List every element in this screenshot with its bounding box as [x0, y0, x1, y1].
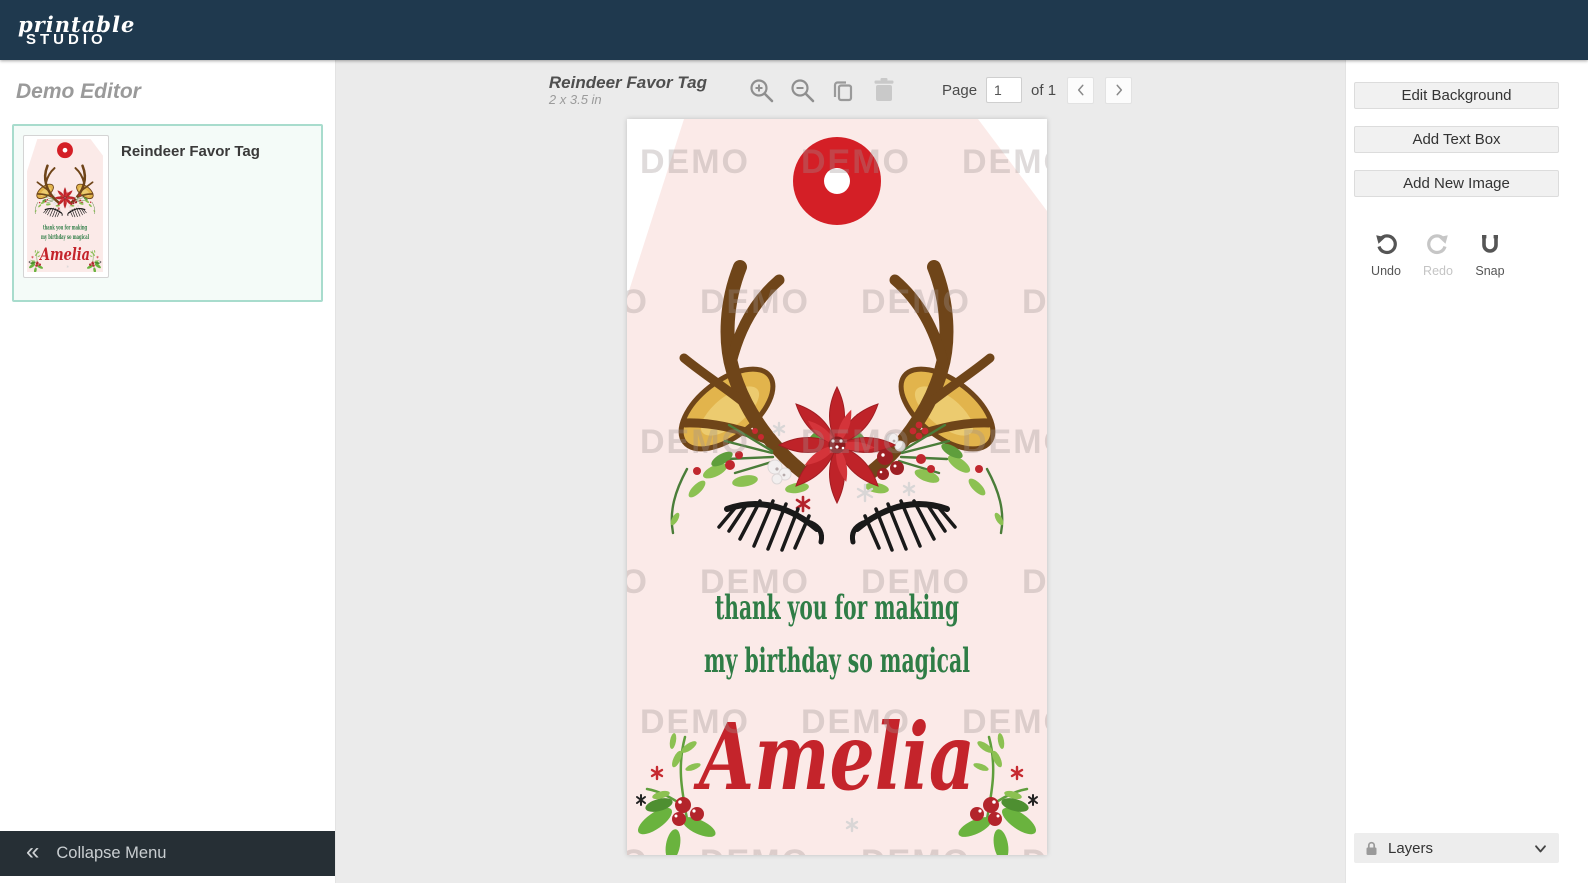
page-thumbnail-card[interactable]: Reindeer Favor Tag [12, 124, 323, 302]
zoom-out-icon [790, 78, 814, 102]
design-canvas[interactable]: DEMODEMODEMODEMODEMODEMODEMODEMODEMODEMO… [627, 119, 1047, 855]
top-header-bar: printable STUDIO [0, 0, 1588, 60]
redo-button[interactable]: Redo [1416, 233, 1460, 278]
page-total-label: of 1 [1031, 81, 1057, 99]
snap-magnet-icon [1482, 235, 1498, 253]
collapse-menu-button[interactable]: « Collapse Menu [0, 831, 335, 876]
previous-page-button[interactable] [1067, 76, 1095, 104]
editor-title: Demo Editor [16, 80, 141, 103]
editor-canvas-area: Reindeer Favor Tag 2 x 3.5 in Page 1 of … [336, 60, 1345, 883]
redo-icon [1427, 234, 1448, 255]
undo-label: Undo [1371, 264, 1401, 278]
page-thumbnail-label: Reindeer Favor Tag [121, 143, 260, 160]
undo-button[interactable]: Undo [1364, 233, 1408, 278]
document-title: Reindeer Favor Tag [548, 72, 707, 92]
tag-artwork-thumbnail [27, 139, 103, 272]
zoom-in-button[interactable] [747, 76, 775, 104]
page-thumbnail-image [23, 135, 109, 278]
document-size: 2 x 3.5 in [548, 92, 602, 108]
tools-panel: Edit Background Add Text Box Add New Ima… [1345, 60, 1588, 883]
app-window: printable STUDIO Demo Editor Reindeer Fa… [0, 0, 1588, 883]
duplicate-icon [833, 81, 853, 102]
snap-label: Snap [1475, 264, 1505, 278]
collapse-menu-label: Collapse Menu [56, 844, 167, 862]
edit-background-button[interactable]: Edit Background [1354, 82, 1559, 109]
undo-icon [1376, 234, 1397, 255]
printable-studio-logo[interactable]: printable STUDIO [18, 14, 135, 47]
page-number-input[interactable] [986, 77, 1023, 103]
add-new-image-button[interactable]: Add New Image [1354, 170, 1559, 197]
next-page-button[interactable] [1105, 76, 1133, 104]
duplicate-page-button[interactable] [829, 76, 857, 104]
snap-button[interactable]: Snap [1468, 233, 1512, 278]
canvas-toolbar: Reindeer Favor Tag 2 x 3.5 in Page 1 of … [336, 60, 1345, 120]
lock-icon [1366, 841, 1377, 855]
collapse-chevrons-icon: « [26, 838, 40, 865]
page-navigation: Page of 1 [942, 76, 1133, 104]
document-info: Reindeer Favor Tag 2 x 3.5 in [549, 73, 707, 108]
trash-icon [874, 78, 894, 101]
zoom-out-button[interactable] [788, 76, 816, 104]
layers-label: Layers [1388, 839, 1434, 857]
chevron-right-icon [1116, 84, 1122, 96]
history-controls: Undo Redo Snap [1364, 233, 1558, 278]
page-label: Page [942, 81, 978, 99]
add-text-box-button[interactable]: Add Text Box [1354, 126, 1559, 153]
layers-panel-toggle[interactable]: Layers [1354, 833, 1559, 863]
chevron-down-icon [1535, 844, 1546, 852]
pages-sidebar: Demo Editor Reindeer Favor Tag « Collaps… [0, 60, 336, 883]
chevron-left-icon [1077, 84, 1084, 96]
tag-artwork-main [627, 119, 1047, 855]
zoom-in-icon [749, 78, 773, 102]
delete-page-button[interactable] [870, 76, 898, 104]
redo-label: Redo [1423, 264, 1453, 278]
